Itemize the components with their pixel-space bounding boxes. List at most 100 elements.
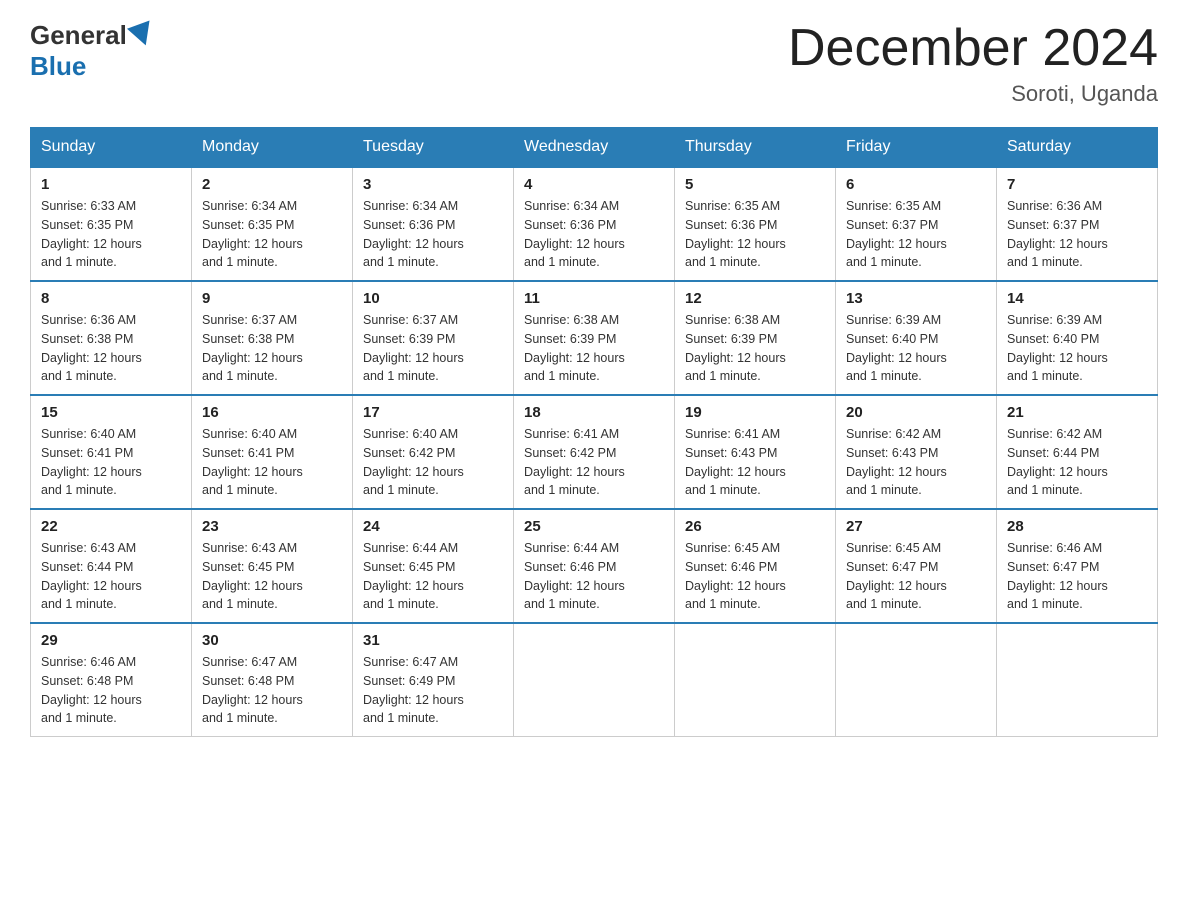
day-info: Sunrise: 6:38 AMSunset: 6:39 PMDaylight:… bbox=[524, 311, 664, 386]
day-number: 3 bbox=[363, 176, 503, 193]
day-info: Sunrise: 6:46 AMSunset: 6:47 PMDaylight:… bbox=[1007, 539, 1147, 614]
day-number: 12 bbox=[685, 290, 825, 307]
day-info: Sunrise: 6:34 AMSunset: 6:36 PMDaylight:… bbox=[363, 197, 503, 272]
day-info: Sunrise: 6:33 AMSunset: 6:35 PMDaylight:… bbox=[41, 197, 181, 272]
day-info: Sunrise: 6:36 AMSunset: 6:38 PMDaylight:… bbox=[41, 311, 181, 386]
day-info: Sunrise: 6:36 AMSunset: 6:37 PMDaylight:… bbox=[1007, 197, 1147, 272]
calendar-cell: 9Sunrise: 6:37 AMSunset: 6:38 PMDaylight… bbox=[192, 281, 353, 395]
day-number: 26 bbox=[685, 518, 825, 535]
calendar-cell: 12 Sunrise: 6:38 AMSunset: 6:39 PMDayligh… bbox=[675, 281, 836, 395]
day-number: 13 bbox=[846, 290, 986, 307]
day-info: Sunrise: 6:45 AMSunset: 6:47 PMDaylight:… bbox=[846, 539, 986, 614]
day-info: Sunrise: 6:35 AMSunset: 6:37 PMDaylight:… bbox=[846, 197, 986, 272]
column-header-thursday: Thursday bbox=[675, 128, 836, 168]
day-number: 5 bbox=[685, 176, 825, 193]
calendar-cell: 18 Sunrise: 6:41 AMSunset: 6:42 PMDayligh… bbox=[514, 395, 675, 509]
calendar-header-row: SundayMondayTuesdayWednesdayThursdayFrid… bbox=[31, 128, 1158, 168]
calendar-cell: 8 Sunrise: 6:36 AMSunset: 6:38 PMDaylight… bbox=[31, 281, 192, 395]
title-block: December 2024 Soroti, Uganda bbox=[788, 20, 1158, 107]
page-header: General Blue December 2024 Soroti, Ugand… bbox=[30, 20, 1158, 107]
day-info: Sunrise: 6:44 AMSunset: 6:46 PMDaylight:… bbox=[524, 539, 664, 614]
day-number: 21 bbox=[1007, 404, 1147, 421]
calendar-cell: 26 Sunrise: 6:45 AMSunset: 6:46 PMDayligh… bbox=[675, 509, 836, 623]
column-header-tuesday: Tuesday bbox=[353, 128, 514, 168]
calendar-cell: 1 Sunrise: 6:33 AMSunset: 6:35 PMDaylight… bbox=[31, 167, 192, 281]
day-number: 8 bbox=[41, 290, 181, 307]
day-number: 18 bbox=[524, 404, 664, 421]
month-title: December 2024 bbox=[788, 20, 1158, 77]
day-info: Sunrise: 6:42 AMSunset: 6:44 PMDaylight:… bbox=[1007, 425, 1147, 500]
day-number: 24 bbox=[363, 518, 503, 535]
day-number: 4 bbox=[524, 176, 664, 193]
day-info: Sunrise: 6:42 AMSunset: 6:43 PMDaylight:… bbox=[846, 425, 986, 500]
day-info: Sunrise: 6:37 AMSunset: 6:38 PMDaylight:… bbox=[202, 311, 342, 386]
column-header-sunday: Sunday bbox=[31, 128, 192, 168]
day-number: 1 bbox=[41, 176, 181, 193]
day-info: Sunrise: 6:44 AMSunset: 6:45 PMDaylight:… bbox=[363, 539, 503, 614]
day-info: Sunrise: 6:39 AMSunset: 6:40 PMDaylight:… bbox=[1007, 311, 1147, 386]
day-info: Sunrise: 6:38 AMSunset: 6:39 PMDaylight:… bbox=[685, 311, 825, 386]
calendar-week-3: 15 Sunrise: 6:40 AMSunset: 6:41 PMDayligh… bbox=[31, 395, 1158, 509]
calendar-cell: 30Sunrise: 6:47 AMSunset: 6:48 PMDayligh… bbox=[192, 623, 353, 737]
calendar-cell: 3 Sunrise: 6:34 AMSunset: 6:36 PMDaylight… bbox=[353, 167, 514, 281]
calendar-cell: 5 Sunrise: 6:35 AMSunset: 6:36 PMDaylight… bbox=[675, 167, 836, 281]
calendar-cell: 20 Sunrise: 6:42 AMSunset: 6:43 PMDayligh… bbox=[836, 395, 997, 509]
calendar-cell: 10Sunrise: 6:37 AMSunset: 6:39 PMDayligh… bbox=[353, 281, 514, 395]
day-info: Sunrise: 6:45 AMSunset: 6:46 PMDaylight:… bbox=[685, 539, 825, 614]
logo-triangle-icon bbox=[127, 20, 157, 49]
day-info: Sunrise: 6:41 AMSunset: 6:42 PMDaylight:… bbox=[524, 425, 664, 500]
day-info: Sunrise: 6:47 AMSunset: 6:48 PMDaylight:… bbox=[202, 653, 342, 728]
day-number: 15 bbox=[41, 404, 181, 421]
day-info: Sunrise: 6:46 AMSunset: 6:48 PMDaylight:… bbox=[41, 653, 181, 728]
day-info: Sunrise: 6:34 AMSunset: 6:36 PMDaylight:… bbox=[524, 197, 664, 272]
day-number: 29 bbox=[41, 632, 181, 649]
day-number: 6 bbox=[846, 176, 986, 193]
day-info: Sunrise: 6:47 AMSunset: 6:49 PMDaylight:… bbox=[363, 653, 503, 728]
column-header-wednesday: Wednesday bbox=[514, 128, 675, 168]
calendar-cell: 24 Sunrise: 6:44 AMSunset: 6:45 PMDayligh… bbox=[353, 509, 514, 623]
calendar-cell: 28 Sunrise: 6:46 AMSunset: 6:47 PMDayligh… bbox=[997, 509, 1158, 623]
logo-blue-part bbox=[127, 26, 154, 46]
day-number: 16 bbox=[202, 404, 342, 421]
day-number: 25 bbox=[524, 518, 664, 535]
logo-general-text: General bbox=[30, 20, 127, 51]
day-number: 23 bbox=[202, 518, 342, 535]
calendar-cell: 2 Sunrise: 6:34 AMSunset: 6:35 PMDaylight… bbox=[192, 167, 353, 281]
calendar-table: SundayMondayTuesdayWednesdayThursdayFrid… bbox=[30, 127, 1158, 737]
day-info: Sunrise: 6:43 AMSunset: 6:45 PMDaylight:… bbox=[202, 539, 342, 614]
column-header-friday: Friday bbox=[836, 128, 997, 168]
calendar-cell: 21 Sunrise: 6:42 AMSunset: 6:44 PMDayligh… bbox=[997, 395, 1158, 509]
day-info: Sunrise: 6:39 AMSunset: 6:40 PMDaylight:… bbox=[846, 311, 986, 386]
calendar-cell: 25 Sunrise: 6:44 AMSunset: 6:46 PMDayligh… bbox=[514, 509, 675, 623]
calendar-cell: 7 Sunrise: 6:36 AMSunset: 6:37 PMDaylight… bbox=[997, 167, 1158, 281]
day-info: Sunrise: 6:40 AMSunset: 6:42 PMDaylight:… bbox=[363, 425, 503, 500]
day-info: Sunrise: 6:35 AMSunset: 6:36 PMDaylight:… bbox=[685, 197, 825, 272]
day-number: 31 bbox=[363, 632, 503, 649]
day-info: Sunrise: 6:43 AMSunset: 6:44 PMDaylight:… bbox=[41, 539, 181, 614]
day-number: 14 bbox=[1007, 290, 1147, 307]
calendar-cell: 23 Sunrise: 6:43 AMSunset: 6:45 PMDayligh… bbox=[192, 509, 353, 623]
calendar-cell: 31 Sunrise: 6:47 AMSunset: 6:49 PMDayligh… bbox=[353, 623, 514, 737]
calendar-cell: 4 Sunrise: 6:34 AMSunset: 6:36 PMDaylight… bbox=[514, 167, 675, 281]
calendar-cell: 11Sunrise: 6:38 AMSunset: 6:39 PMDayligh… bbox=[514, 281, 675, 395]
day-info: Sunrise: 6:40 AMSunset: 6:41 PMDaylight:… bbox=[41, 425, 181, 500]
calendar-cell: 17Sunrise: 6:40 AMSunset: 6:42 PMDayligh… bbox=[353, 395, 514, 509]
calendar-week-1: 1 Sunrise: 6:33 AMSunset: 6:35 PMDaylight… bbox=[31, 167, 1158, 281]
calendar-week-5: 29 Sunrise: 6:46 AMSunset: 6:48 PMDayligh… bbox=[31, 623, 1158, 737]
day-info: Sunrise: 6:37 AMSunset: 6:39 PMDaylight:… bbox=[363, 311, 503, 386]
logo: General Blue bbox=[30, 20, 154, 82]
calendar-cell: 6 Sunrise: 6:35 AMSunset: 6:37 PMDaylight… bbox=[836, 167, 997, 281]
day-number: 28 bbox=[1007, 518, 1147, 535]
day-number: 20 bbox=[846, 404, 986, 421]
day-number: 2 bbox=[202, 176, 342, 193]
calendar-cell bbox=[997, 623, 1158, 737]
day-number: 27 bbox=[846, 518, 986, 535]
location: Soroti, Uganda bbox=[788, 81, 1158, 107]
calendar-cell: 27 Sunrise: 6:45 AMSunset: 6:47 PMDayligh… bbox=[836, 509, 997, 623]
day-info: Sunrise: 6:34 AMSunset: 6:35 PMDaylight:… bbox=[202, 197, 342, 272]
calendar-cell: 22Sunrise: 6:43 AMSunset: 6:44 PMDayligh… bbox=[31, 509, 192, 623]
calendar-cell bbox=[675, 623, 836, 737]
day-number: 7 bbox=[1007, 176, 1147, 193]
calendar-cell: 15 Sunrise: 6:40 AMSunset: 6:41 PMDayligh… bbox=[31, 395, 192, 509]
calendar-cell bbox=[514, 623, 675, 737]
